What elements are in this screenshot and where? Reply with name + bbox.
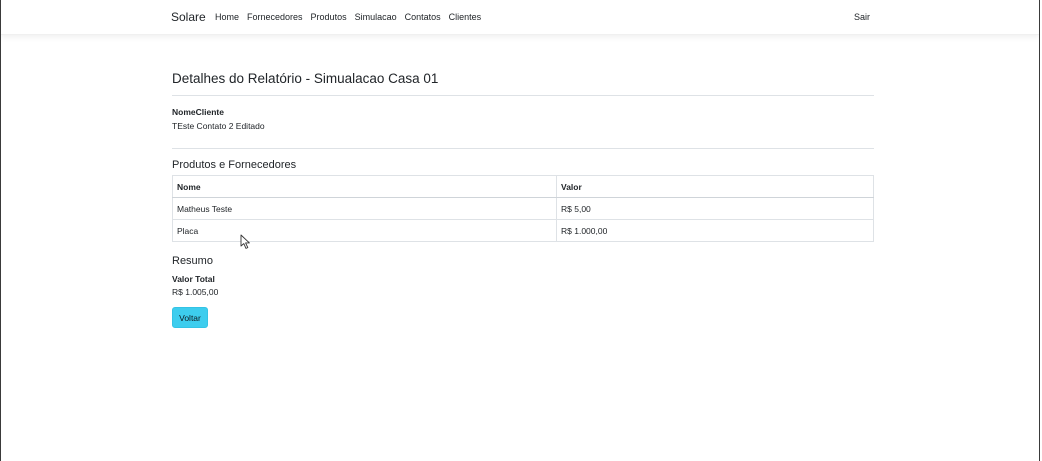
products-table: Nome Valor Matheus Teste R$ 5,00 Placa R…: [172, 175, 874, 242]
divider: [172, 148, 874, 149]
table-row: Matheus Teste R$ 5,00: [172, 197, 874, 220]
column-header-nome: Nome: [172, 175, 557, 198]
mouse-pointer-icon: [240, 234, 250, 249]
product-value-cell: R$ 1.000,00: [556, 219, 874, 242]
brand-logo[interactable]: Solare: [171, 10, 206, 24]
total-value: R$ 1.005,00: [172, 287, 219, 297]
nav-link-clientes[interactable]: Clientes: [449, 12, 482, 22]
client-value: TEste Contato 2 Editado: [172, 121, 265, 131]
column-header-valor: Valor: [556, 175, 874, 198]
total-label: Valor Total: [172, 274, 215, 284]
top-navbar: Solare Home Fornecedores Produtos Simula…: [1, 0, 1039, 35]
table-header-row: Nome Valor: [172, 175, 874, 198]
table-row: Placa R$ 1.000,00: [172, 219, 874, 242]
browser-viewport: Solare Home Fornecedores Produtos Simula…: [0, 0, 1040, 461]
product-name-cell: Placa: [172, 219, 557, 242]
products-section-title: Produtos e Fornecedores: [172, 159, 297, 171]
nav-link-home[interactable]: Home: [215, 12, 239, 22]
nav-link-produtos[interactable]: Produtos: [311, 12, 347, 22]
client-label: NomeCliente: [172, 107, 224, 117]
product-name-cell: Matheus Teste: [172, 197, 557, 220]
nav-links: Home Fornecedores Produtos Simulacao Con…: [215, 12, 489, 22]
nav-link-fornecedores[interactable]: Fornecedores: [247, 12, 303, 22]
summary-section-title: Resumo: [172, 255, 213, 267]
product-value-cell: R$ 5,00: [556, 197, 874, 220]
logout-link[interactable]: Sair: [854, 12, 870, 22]
nav-link-simulacao[interactable]: Simulacao: [355, 12, 397, 22]
page-title: Detalhes do Relatório - Simualacao Casa …: [172, 71, 439, 86]
divider: [172, 95, 874, 96]
nav-link-contatos[interactable]: Contatos: [405, 12, 441, 22]
back-button[interactable]: Voltar: [172, 307, 208, 328]
